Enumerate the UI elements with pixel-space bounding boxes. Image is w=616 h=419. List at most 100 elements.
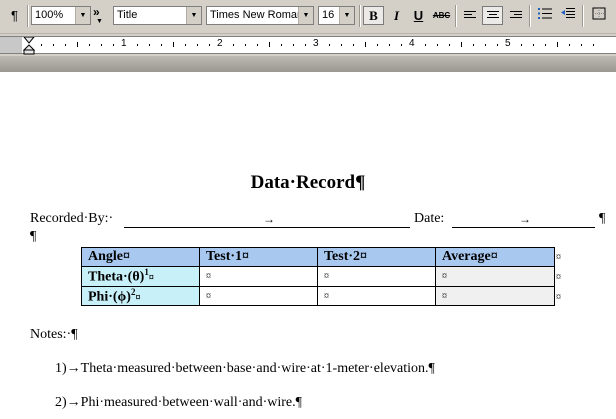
table-header-row: Angle¤ Test·1¤ Test·2¤ Average¤: [81, 247, 555, 267]
ruler-tick: [341, 44, 342, 46]
numbering-button[interactable]: [534, 6, 555, 25]
cell-end-mark: ¤: [442, 271, 447, 283]
ruler-tick: [461, 42, 462, 47]
zoom-combo[interactable]: 100% ▼: [31, 6, 91, 25]
toolbar-separator: [455, 5, 457, 27]
italic-button[interactable]: I: [386, 6, 407, 25]
align-right-icon: [509, 11, 522, 22]
note-item: 2)→Phi·measured·between·wall·and·wire.¶: [55, 395, 302, 411]
ruler-tick: [41, 44, 42, 46]
ruler-tick: [245, 44, 246, 46]
table-cell[interactable]: ¤: [317, 266, 436, 287]
font-combo[interactable]: Times New Roman ▼: [206, 6, 314, 25]
table-cell[interactable]: ¤: [199, 285, 318, 307]
ruler-tick: [569, 44, 570, 46]
note-text: Theta·measured·between·base·and·wire·at·…: [80, 361, 435, 376]
underline-button[interactable]: U: [408, 6, 429, 25]
ruler-tick: [581, 44, 582, 46]
ruler-tick: [593, 44, 594, 46]
horizontal-ruler[interactable]: 1 2 3 4 5: [0, 36, 616, 55]
toolbar-separator: [359, 5, 361, 27]
row-end-mark: ¤: [556, 272, 561, 283]
empty-paragraph-mark: ¶: [30, 229, 37, 244]
notes-label: Notes:·¶: [30, 327, 78, 342]
ruler-tick: [545, 44, 546, 46]
table-row: Theta·(θ)1¤ ¤ ¤ ¤: [81, 266, 555, 287]
align-center-button[interactable]: [482, 6, 503, 25]
recorded-by-label: Recorded·By:·: [30, 211, 114, 226]
ruler-tick: [77, 42, 78, 47]
row-label-cell[interactable]: Theta·(θ)1¤: [81, 266, 200, 287]
ruler-tick: [377, 44, 378, 46]
ruler-area: 1 2 3 4 5: [0, 34, 616, 72]
ruler-tick: [149, 44, 150, 46]
ruler-tick: [161, 44, 162, 46]
style-combo[interactable]: Title ▼: [113, 6, 202, 25]
formatting-toolbar: ¶ 100% ▼ » ▼ Title ▼ Times New Roman ▼ 1…: [0, 0, 616, 34]
ruler-tick: [425, 44, 426, 46]
chevron-down-icon: ▼: [96, 18, 103, 25]
header-average[interactable]: Average¤: [435, 247, 555, 267]
table-cell[interactable]: ¤: [435, 266, 555, 287]
ruler-tick: [197, 44, 198, 46]
header-test-1[interactable]: Test·1¤: [199, 247, 318, 267]
row-end-mark: ¤: [556, 252, 561, 263]
font-value: Times New Roman: [210, 9, 304, 21]
indent-marker-icon[interactable]: [23, 37, 35, 55]
ruler-tick: [485, 44, 486, 46]
chevron-down-icon[interactable]: ▼: [298, 7, 313, 24]
ruler-number: 4: [409, 38, 415, 49]
borders-button[interactable]: [588, 6, 609, 25]
bold-button[interactable]: B: [363, 6, 384, 25]
note-number: 1)→: [55, 361, 81, 376]
align-left-button[interactable]: [459, 6, 480, 25]
ruler-tick: [269, 42, 270, 47]
ruler-tick: [305, 44, 306, 46]
page-top-shadow: [0, 56, 616, 72]
cell-end-mark: ¤: [206, 290, 211, 302]
note-text: Phi·measured·between·wall·and·wire.¶: [80, 395, 302, 410]
row-label-cell[interactable]: Phi·(ϕ)2¤: [81, 285, 200, 307]
font-size-combo[interactable]: 16 ▼: [318, 6, 355, 25]
chevron-down-icon[interactable]: ▼: [339, 7, 354, 24]
ruler-tick: [113, 44, 114, 46]
ruler-tick: [101, 44, 102, 46]
table-cell[interactable]: ¤: [199, 266, 318, 287]
toolbar-separator: [582, 5, 584, 27]
note-item: 1)→Theta·measured·between·base·and·wire·…: [55, 361, 435, 377]
strikethrough-button[interactable]: ABC: [431, 6, 452, 25]
ruler-tick: [257, 44, 258, 46]
ruler-tick: [473, 44, 474, 46]
align-right-button[interactable]: [505, 6, 526, 25]
ruler-number: 3: [313, 38, 319, 49]
decrease-indent-button[interactable]: [557, 6, 578, 25]
table-cell[interactable]: ¤: [435, 285, 555, 307]
cell-end-mark: ¤: [148, 272, 154, 284]
ruler-number: 2: [217, 38, 223, 49]
decrease-indent-icon: [560, 8, 575, 18]
ruler-tick: [353, 44, 354, 46]
recorded-by-underline: [124, 227, 410, 228]
tab-arrow-icon: →: [263, 212, 275, 226]
row-label: Theta·(θ): [88, 269, 145, 285]
document-page[interactable]: Data·Record¶ Recorded·By:· → Date: → ¶ ¶…: [0, 72, 616, 419]
ruler-tick: [137, 44, 138, 46]
date-underline: [452, 227, 595, 228]
ruler-tick: [53, 44, 54, 46]
cell-end-mark: ¤: [324, 271, 329, 283]
cell-end-mark: ¤: [206, 271, 211, 283]
data-table[interactable]: Angle¤ Test·1¤ Test·2¤ Average¤ Theta·(θ…: [81, 247, 555, 307]
chevron-down-icon[interactable]: ▼: [186, 7, 201, 24]
header-test-2[interactable]: Test·2¤: [317, 247, 436, 267]
align-left-icon: [463, 11, 476, 22]
cell-end-mark: ¤: [324, 290, 329, 302]
ruler-tick: [401, 44, 402, 46]
chevron-down-icon[interactable]: ▼: [75, 7, 90, 24]
ruler-tick: [89, 44, 90, 46]
ruler-tick: [65, 44, 66, 46]
table-cell[interactable]: ¤: [317, 285, 436, 307]
header-angle[interactable]: Angle¤: [81, 247, 200, 267]
toolbar-overflow-chevron[interactable]: » ▼: [93, 6, 107, 25]
show-formatting-button[interactable]: ¶: [4, 6, 25, 25]
ruler-tick: [185, 44, 186, 46]
